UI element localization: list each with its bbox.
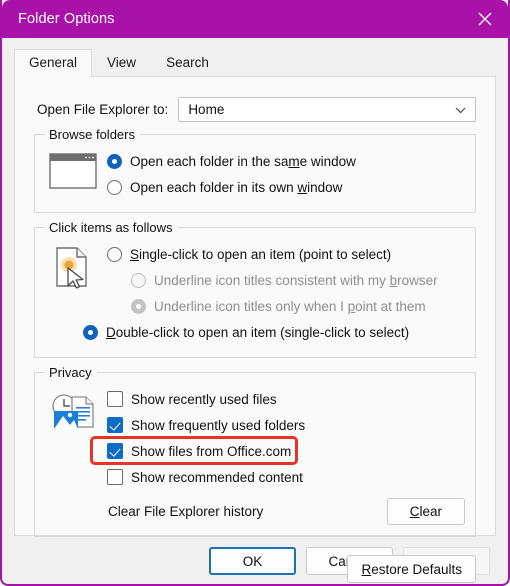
click-items-group: Click items as follows Single-click to o… bbox=[34, 220, 476, 358]
general-tab-panel: Open File Explorer to: Home Browse folde… bbox=[14, 76, 496, 583]
checkbox-indicator bbox=[107, 417, 123, 433]
window-title: Folder Options bbox=[18, 11, 115, 27]
checkbox-show-recommended-content-label: Show recommended content bbox=[131, 469, 303, 485]
tab-view[interactable]: View bbox=[92, 49, 151, 77]
browse-folders-group: Browse folders Open each folder in the s… bbox=[34, 127, 476, 213]
tab-general[interactable]: General bbox=[14, 49, 93, 77]
checkbox-show-files-from-office[interactable]: Show files from Office.com bbox=[107, 439, 465, 463]
radio-indicator bbox=[107, 153, 122, 169]
recent-files-photo-icon bbox=[45, 387, 101, 435]
radio-double-click-label: Double-click to open an item (single-cli… bbox=[106, 324, 410, 340]
folder-options-window: Folder Options General View Search Open … bbox=[0, 0, 510, 586]
privacy-group: Privacy Show recently used files Show fr… bbox=[34, 365, 476, 537]
radio-single-click[interactable]: Single-click to open an item (point to s… bbox=[107, 242, 465, 266]
radio-open-own-window-label: Open each folder in its own window bbox=[130, 179, 343, 195]
click-items-title: Click items as follows bbox=[45, 220, 178, 235]
checkbox-indicator bbox=[107, 391, 123, 407]
document-click-cursor-icon bbox=[45, 242, 101, 290]
checkbox-show-frequently-used-folders[interactable]: Show frequently used folders bbox=[107, 413, 465, 437]
radio-single-click-label: Single-click to open an item (point to s… bbox=[130, 246, 392, 262]
tab-general-label: General bbox=[29, 55, 78, 70]
radio-open-same-window[interactable]: Open each folder in the same window bbox=[107, 149, 465, 173]
clear-button[interactable]: Clear bbox=[386, 498, 465, 525]
title-bar: Folder Options bbox=[2, 0, 508, 38]
checkbox-show-recently-used-files[interactable]: Show recently used files bbox=[107, 387, 465, 411]
radio-underline-point: Underline icon titles only when I point … bbox=[107, 294, 465, 318]
radio-indicator bbox=[107, 179, 122, 195]
window-frame-icon bbox=[45, 149, 101, 189]
restore-defaults-row: Restore Defaults bbox=[29, 555, 476, 583]
browse-folders-title: Browse folders bbox=[45, 127, 140, 142]
privacy-title: Privacy bbox=[45, 365, 97, 380]
tab-strip: General View Search bbox=[14, 49, 508, 77]
chevron-down-icon bbox=[455, 101, 466, 119]
radio-underline-browser: Underline icon titles consistent with my… bbox=[107, 268, 465, 292]
radio-open-same-window-label: Open each folder in the same window bbox=[130, 153, 356, 169]
checkbox-indicator bbox=[107, 443, 123, 459]
close-button[interactable] bbox=[462, 0, 508, 38]
radio-open-own-window[interactable]: Open each folder in its own window bbox=[107, 175, 465, 199]
tab-search[interactable]: Search bbox=[151, 49, 224, 77]
checkbox-show-files-from-office-label: Show files from Office.com bbox=[131, 443, 292, 459]
open-file-explorer-row: Open File Explorer to: Home bbox=[37, 97, 481, 122]
radio-indicator bbox=[131, 298, 146, 314]
checkbox-show-frequently-used-folders-label: Show frequently used folders bbox=[131, 417, 306, 433]
checkbox-indicator bbox=[107, 469, 123, 485]
checkbox-show-recommended-content[interactable]: Show recommended content bbox=[107, 465, 465, 489]
close-icon bbox=[478, 12, 492, 26]
radio-indicator bbox=[107, 246, 122, 262]
clear-history-label: Clear File Explorer history bbox=[108, 504, 264, 519]
clear-history-row: Clear File Explorer history Clear bbox=[107, 498, 465, 525]
radio-underline-browser-label: Underline icon titles consistent with my… bbox=[154, 272, 438, 288]
open-file-explorer-label: Open File Explorer to: bbox=[37, 102, 169, 117]
tab-search-label: Search bbox=[166, 55, 209, 70]
open-file-explorer-dropdown[interactable]: Home bbox=[178, 97, 476, 122]
radio-double-click[interactable]: Double-click to open an item (single-cli… bbox=[83, 320, 465, 344]
radio-underline-point-label: Underline icon titles only when I point … bbox=[154, 298, 426, 314]
tab-view-label: View bbox=[107, 55, 137, 70]
radio-indicator bbox=[83, 324, 98, 340]
checkbox-show-recently-used-files-label: Show recently used files bbox=[131, 391, 277, 407]
restore-defaults-button[interactable]: Restore Defaults bbox=[347, 555, 476, 583]
radio-indicator bbox=[131, 272, 146, 288]
open-file-explorer-value: Home bbox=[188, 102, 225, 117]
